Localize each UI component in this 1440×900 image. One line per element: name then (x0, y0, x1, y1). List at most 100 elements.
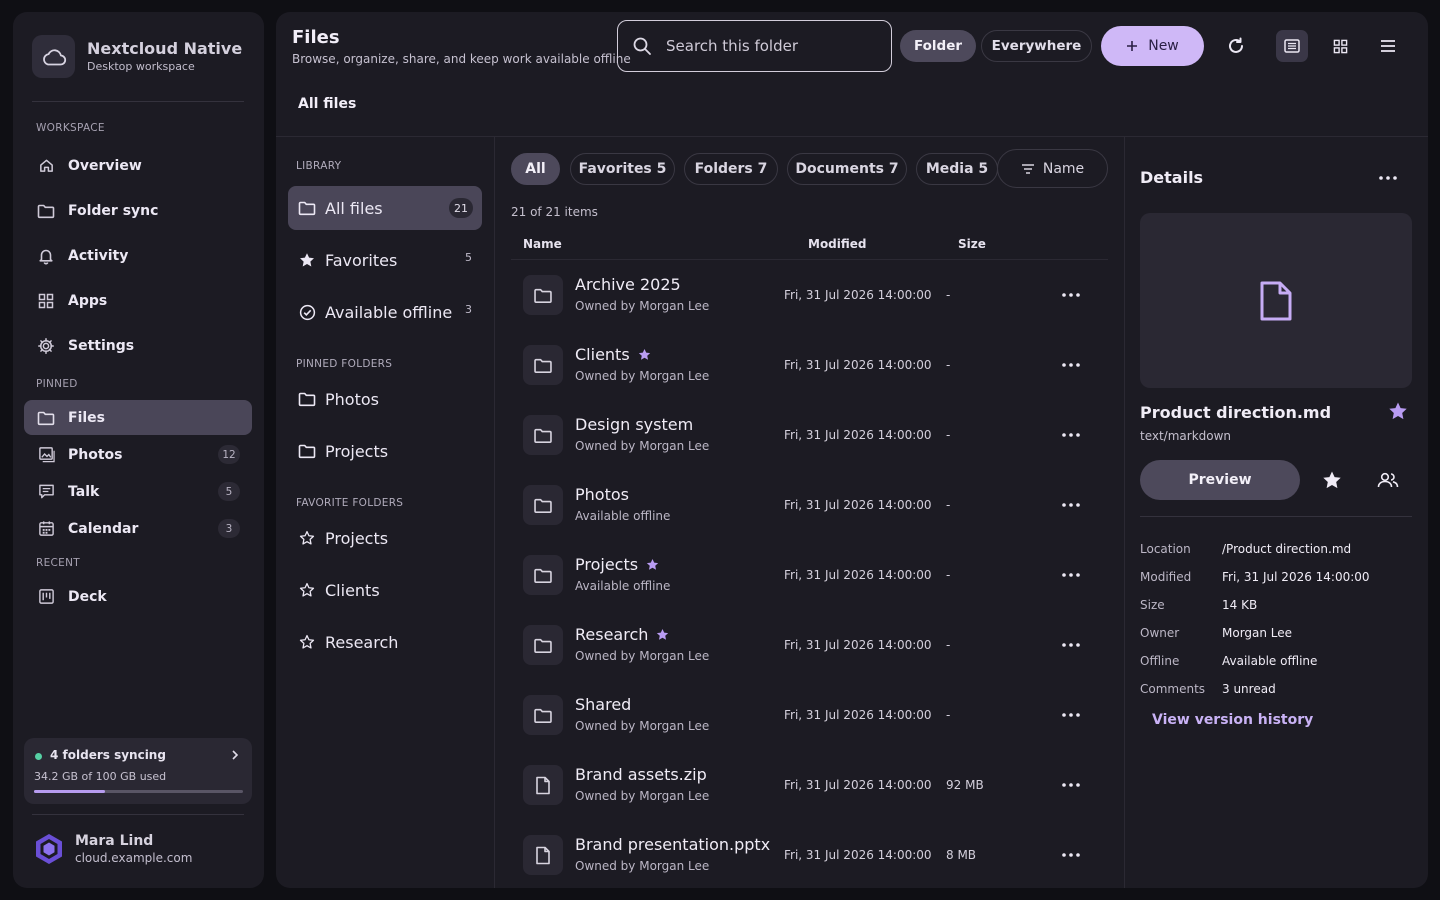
detail-value: Morgan Lee (1222, 626, 1293, 640)
refresh-icon (1226, 36, 1246, 56)
version-history-link[interactable]: View version history (1152, 712, 1313, 728)
row-more-button[interactable] (1055, 632, 1087, 658)
details-title: Details (1140, 168, 1204, 187)
filter-folders[interactable]: Folders 7 (684, 153, 778, 185)
library-item-label: Available offline (325, 302, 453, 322)
details-more-button[interactable] (1372, 164, 1404, 192)
file-size: 92 MB (946, 778, 984, 792)
breadcrumb[interactable]: All files (298, 96, 356, 112)
table-row[interactable]: Shared Owned by Morgan Lee Fri, 31 Jul 202… (511, 680, 1108, 750)
table-row[interactable]: Archive 2025 Owned by Morgan Lee Fri, 31 J… (511, 260, 1108, 330)
divider (32, 101, 244, 102)
sidebar-item-photos[interactable]: Photos 12 (24, 437, 252, 472)
menu-button[interactable] (1372, 30, 1404, 62)
file-preview (1140, 213, 1412, 388)
brand: Nextcloud Native Desktop workspace (32, 35, 242, 78)
file-owner: Owned by Morgan Lee (575, 369, 710, 383)
file-owner: Owned by Morgan Lee (575, 439, 710, 453)
file-modified: Fri, 31 Jul 2026 14:00:00 (784, 638, 932, 652)
file-name: Shared (575, 695, 632, 714)
user-account[interactable]: Mara Lind cloud.example.com (32, 832, 192, 866)
section-pinned-folders: PINNED FOLDERS (296, 358, 393, 370)
favorite-folder-research[interactable]: Research (288, 620, 482, 664)
filter-favorites[interactable]: Favorites 5 (570, 153, 675, 185)
file-size: - (946, 708, 951, 722)
favorite-folder-label: Clients (325, 580, 380, 600)
table-row[interactable]: Brand assets.zip Owned by Morgan Lee Fri, … (511, 750, 1108, 820)
list-view-button[interactable] (1276, 30, 1308, 62)
count-badge: 3 (218, 519, 240, 538)
sidebar-item-overview[interactable]: Overview (24, 148, 252, 183)
sidebar-item-deck[interactable]: Deck (24, 579, 252, 614)
file-size: - (946, 498, 951, 512)
row-more-button[interactable] (1055, 352, 1087, 378)
sidebar-item-folder-sync[interactable]: Folder sync (24, 193, 252, 228)
item-count: 21 of 21 items (511, 205, 598, 219)
sidebar-item-files[interactable]: Files (24, 400, 252, 435)
star-outline-icon (298, 529, 316, 547)
favorite-star-icon[interactable] (1388, 401, 1408, 421)
favorite-folder-clients[interactable]: Clients (288, 568, 482, 612)
column-header-size[interactable]: Size (958, 237, 986, 251)
library-item-favorites[interactable]: Favorites 5 (288, 238, 482, 282)
folder-icon (523, 415, 563, 455)
library-item-all-files[interactable]: All files 21 (288, 186, 482, 230)
library-item-label: Favorites (325, 250, 398, 270)
filter-media[interactable]: Media 5 (916, 153, 998, 185)
sort-button[interactable]: Name (997, 149, 1108, 188)
row-more-button[interactable] (1055, 422, 1087, 448)
refresh-button[interactable] (1220, 30, 1252, 62)
row-more-button[interactable] (1055, 702, 1087, 728)
row-more-button[interactable] (1055, 492, 1087, 518)
search-input[interactable] (666, 37, 866, 55)
storage-progress-fill (34, 790, 106, 793)
sidebar-item-talk[interactable]: Talk 5 (24, 474, 252, 509)
preview-button[interactable]: Preview (1140, 460, 1300, 500)
table-row[interactable]: Clients Owned by Morgan Lee Fri, 31 Jul 20… (511, 330, 1108, 400)
file-owner: Available offline (575, 579, 671, 593)
image-icon (37, 446, 55, 464)
search-icon (632, 36, 652, 56)
details-mime-type: text/markdown (1140, 429, 1232, 443)
row-more-button[interactable] (1055, 282, 1087, 308)
table-row[interactable]: Projects Available offline Fri, 31 Jul 202… (511, 540, 1108, 610)
column-header-modified[interactable]: Modified (808, 237, 867, 251)
library-item-available-offline[interactable]: Available offline 3 (288, 290, 482, 334)
sidebar-item-calendar[interactable]: Calendar 3 (24, 511, 252, 546)
scope-everywhere-button[interactable]: Everywhere (981, 30, 1092, 62)
table-row[interactable]: Photos Available offline Fri, 31 Jul 2026 … (511, 470, 1108, 540)
row-more-button[interactable] (1055, 842, 1087, 868)
divider (1140, 516, 1412, 517)
sync-status-card[interactable]: 4 folders syncing 34.2 GB of 100 GB used (24, 738, 252, 804)
sidebar-item-apps[interactable]: Apps (24, 283, 252, 318)
sidebar-item-activity[interactable]: Activity (24, 238, 252, 273)
sidebar-item-label: Talk (68, 483, 100, 500)
column-header-name[interactable]: Name (523, 237, 562, 251)
grid-view-button[interactable] (1324, 30, 1356, 62)
table-row[interactable]: Design system Owned by Morgan Lee Fri, 31 … (511, 400, 1108, 470)
search-box[interactable] (617, 20, 892, 72)
pinned-folder-projects[interactable]: Projects (288, 429, 482, 473)
favorite-button[interactable] (1316, 466, 1348, 494)
sidebar-item-label: Photos (68, 446, 123, 463)
calendar-icon (37, 520, 55, 538)
detail-key: Location (1140, 542, 1191, 556)
section-library: LIBRARY (296, 160, 342, 172)
new-button[interactable]: New (1101, 26, 1204, 66)
filter-all[interactable]: All (511, 153, 560, 185)
row-more-button[interactable] (1055, 562, 1087, 588)
sidebar-item-settings[interactable]: Settings (24, 328, 252, 363)
share-button[interactable] (1372, 466, 1404, 494)
scope-folder-button[interactable]: Folder (900, 30, 976, 62)
more-horizontal-icon (1062, 433, 1080, 437)
table-row[interactable]: Research Owned by Morgan Lee Fri, 31 Jul 2… (511, 610, 1108, 680)
table-row[interactable]: Brand presentation.pptx Owned by Morgan L… (511, 820, 1108, 888)
filter-documents[interactable]: Documents 7 (787, 153, 907, 185)
file-modified: Fri, 31 Jul 2026 14:00:00 (784, 498, 932, 512)
row-more-button[interactable] (1055, 772, 1087, 798)
file-owner: Available offline (575, 509, 671, 523)
favorite-folder-projects[interactable]: Projects (288, 516, 482, 560)
document-icon (1258, 280, 1294, 322)
pinned-folder-photos[interactable]: Photos (288, 377, 482, 421)
avatar (32, 832, 66, 866)
